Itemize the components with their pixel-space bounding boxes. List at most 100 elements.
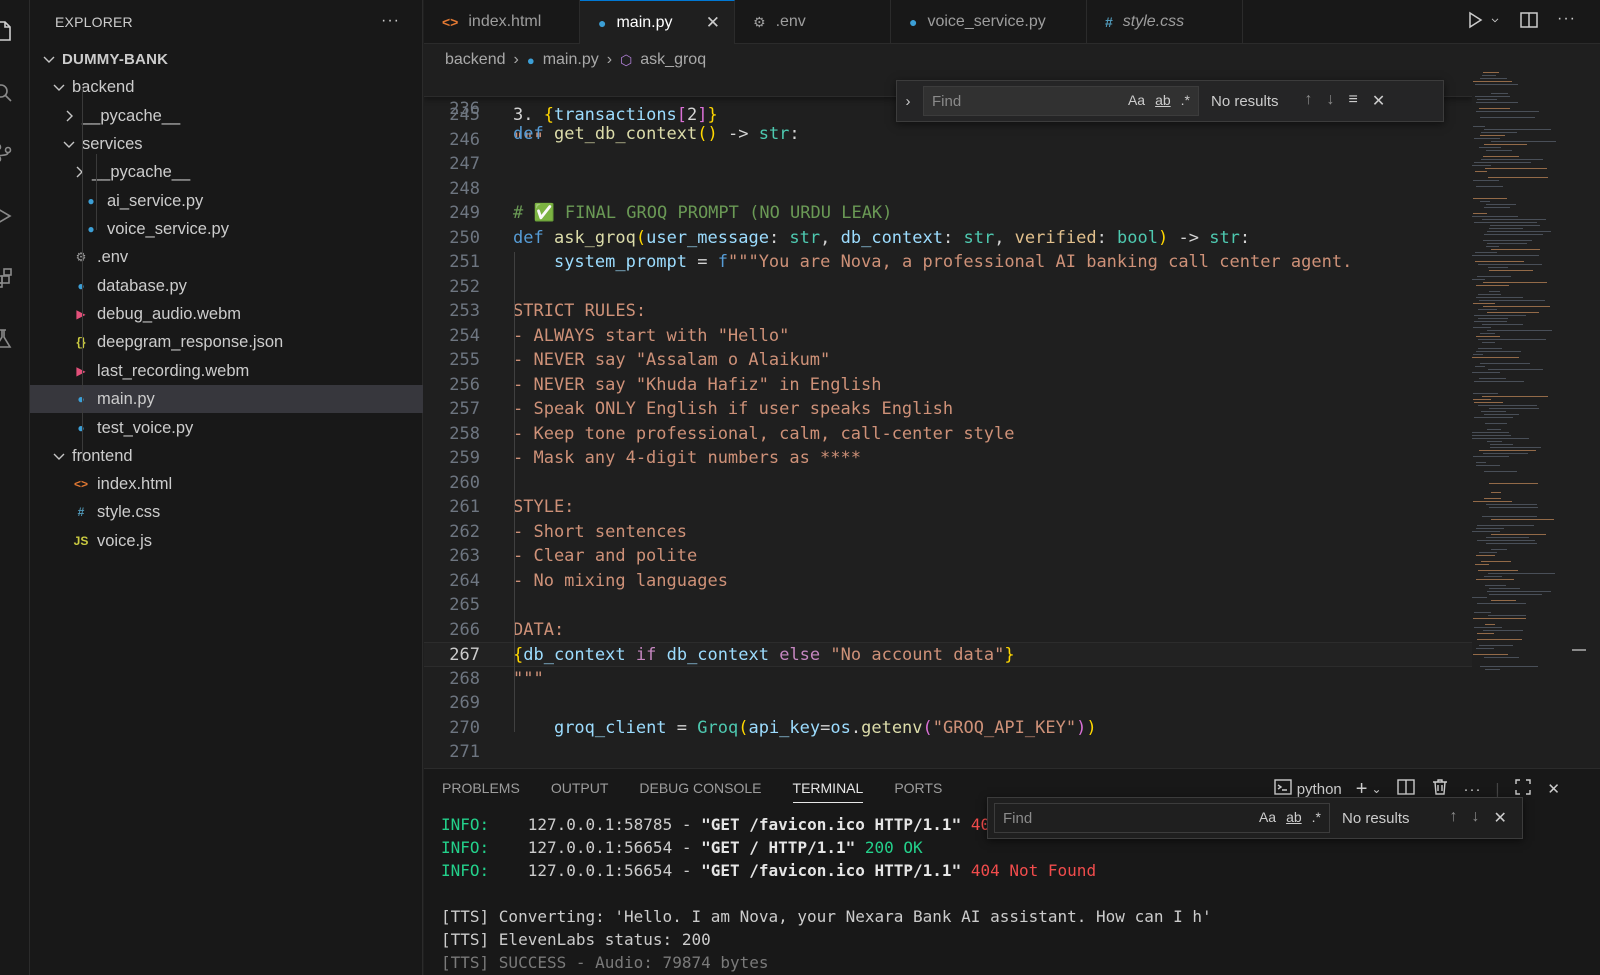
tree-item-test-voice-py[interactable]: ● test_voice.py bbox=[30, 414, 423, 442]
code-line[interactable]: 264 - No mixing languages bbox=[424, 569, 1472, 594]
arrow-up-icon[interactable]: ↑ bbox=[1450, 808, 1458, 828]
tree-item-index-html[interactable]: <> index.html bbox=[30, 470, 423, 498]
code-line[interactable]: 268 """ bbox=[424, 667, 1472, 692]
regex-icon[interactable]: .* bbox=[1312, 809, 1321, 825]
chevron-down-icon[interactable] bbox=[62, 137, 76, 151]
arrow-up-icon[interactable]: ↑ bbox=[1305, 91, 1313, 111]
match-case-icon[interactable]: Aa bbox=[1128, 92, 1145, 108]
code-line[interactable]: 267 {db_context if db_context else "No ac… bbox=[424, 642, 1472, 667]
chevron-down-icon[interactable] bbox=[1489, 10, 1501, 35]
code-line[interactable]: 261 STYLE: bbox=[424, 495, 1472, 520]
code-line[interactable]: 263 - Clear and polite bbox=[424, 544, 1472, 569]
split-editor-icon[interactable] bbox=[1519, 10, 1539, 35]
chevron-down-icon[interactable] bbox=[52, 449, 66, 463]
tree-item-services[interactable]: services bbox=[30, 130, 423, 158]
code-line[interactable]: 265 bbox=[424, 593, 1472, 618]
arrow-down-icon[interactable]: ↓ bbox=[1327, 91, 1335, 111]
code-line[interactable]: 248 bbox=[424, 177, 1472, 202]
arrow-down-icon[interactable]: ↓ bbox=[1472, 808, 1480, 828]
more-actions-icon[interactable]: ··· bbox=[381, 12, 400, 30]
code-line[interactable]: 271 bbox=[424, 740, 1472, 765]
code-line[interactable]: 247 bbox=[424, 152, 1472, 177]
breadcrumb-file[interactable]: main.py bbox=[543, 51, 599, 69]
tab-terminal[interactable]: TERMINAL bbox=[792, 769, 863, 807]
files-icon[interactable] bbox=[0, 20, 14, 42]
run-debug-icon[interactable] bbox=[0, 205, 14, 227]
regex-icon[interactable]: .* bbox=[1181, 92, 1190, 108]
whole-word-icon[interactable]: ab bbox=[1286, 809, 1302, 825]
close-icon[interactable]: ✕ bbox=[1494, 808, 1507, 828]
source-control-icon[interactable] bbox=[0, 142, 14, 164]
breadcrumb-symbol[interactable]: ask_groq bbox=[640, 51, 706, 69]
close-icon[interactable]: ✕ bbox=[1372, 91, 1385, 111]
tab-output[interactable]: OUTPUT bbox=[551, 769, 609, 807]
tree-item-style-css[interactable]: # style.css bbox=[30, 498, 423, 526]
code-line[interactable]: 253 STRICT RULES: bbox=[424, 299, 1472, 324]
scrollbar-thumb[interactable] bbox=[1572, 649, 1586, 651]
tree-item-pycache[interactable]: __pycache__ bbox=[30, 102, 423, 130]
close-icon[interactable]: ✕ bbox=[706, 13, 720, 33]
code-line[interactable]: 256 - NEVER say "Khuda Hafiz" in English bbox=[424, 373, 1472, 398]
code-line[interactable]: 258 - Keep tone professional, calm, call-… bbox=[424, 422, 1472, 447]
minimap[interactable] bbox=[1472, 72, 1572, 692]
tree-item-database-py[interactable]: ● database.py bbox=[30, 272, 423, 300]
more-actions-icon[interactable]: ··· bbox=[1464, 781, 1482, 798]
tree-item-dummy-bank[interactable]: DUMMY-BANK bbox=[30, 45, 423, 73]
code-line[interactable]: 249 # ✅ FINAL GROQ PROMPT (NO URDU LEAK) bbox=[424, 201, 1472, 226]
match-case-icon[interactable]: Aa bbox=[1259, 809, 1276, 825]
tab-index-html[interactable]: <> index.html bbox=[424, 0, 580, 44]
testing-icon[interactable] bbox=[0, 328, 14, 350]
whole-word-icon[interactable]: ab bbox=[1155, 92, 1171, 108]
run-icon[interactable] bbox=[1465, 10, 1485, 35]
close-icon[interactable]: ✕ bbox=[1547, 780, 1560, 798]
code-line[interactable]: 262 - Short sentences bbox=[424, 520, 1472, 545]
chevron-right-icon[interactable]: › bbox=[897, 93, 919, 110]
tab-debug-console[interactable]: DEBUG CONSOLE bbox=[639, 769, 761, 807]
chevron-right-icon[interactable] bbox=[72, 165, 86, 179]
code-line[interactable]: 259 - Mask any 4-digit numbers as **** bbox=[424, 446, 1472, 471]
code-line[interactable]: 255 - NEVER say "Assalam o Alaikum" bbox=[424, 348, 1472, 373]
tree-item-frontend[interactable]: frontend bbox=[30, 442, 423, 470]
tab-problems[interactable]: PROBLEMS bbox=[442, 769, 520, 807]
tab-main-py[interactable]: ● main.py ✕ bbox=[580, 0, 735, 44]
code-line[interactable]: 269 bbox=[424, 691, 1472, 716]
terminal-line: INFO: 127.0.0.1:56654 - "GET / HTTP/1.1"… bbox=[441, 836, 1212, 859]
code-line[interactable]: 260 bbox=[424, 471, 1472, 496]
chevron-down-icon[interactable] bbox=[42, 52, 56, 66]
tree-item-deepgram-response-json[interactable]: {} deepgram_response.json bbox=[30, 328, 423, 356]
find-input[interactable]: Find Aa ab .* bbox=[923, 86, 1199, 116]
search-icon[interactable] bbox=[0, 82, 14, 104]
minimap-line bbox=[1473, 501, 1512, 502]
chevron-down-icon[interactable]: ⌄ bbox=[1371, 782, 1381, 796]
tab-style-css[interactable]: # style.css bbox=[1087, 0, 1243, 44]
terminal-find-input[interactable]: Find Aa ab .* bbox=[994, 803, 1330, 833]
code-line[interactable]: 257 - Speak ONLY English if user speaks E… bbox=[424, 397, 1472, 422]
tree-item-pycache[interactable]: __pycache__ bbox=[30, 158, 423, 186]
find-in-selection-icon[interactable]: ≡ bbox=[1349, 91, 1358, 111]
breadcrumb-folder[interactable]: backend bbox=[445, 51, 506, 69]
tree-item-debug-audio-webm[interactable]: ▶ debug_audio.webm bbox=[30, 300, 423, 328]
code-line[interactable]: 251 system_prompt = f"""You are Nova, a … bbox=[424, 250, 1472, 275]
code-line[interactable]: 270 groq_client = Groq(api_key=os.getenv… bbox=[424, 716, 1472, 741]
tree-item-main-py[interactable]: ● main.py bbox=[30, 385, 423, 413]
code-line[interactable]: 250 def ask_groq(user_message: str, db_co… bbox=[424, 226, 1472, 251]
tree-item-backend[interactable]: backend bbox=[30, 73, 423, 101]
tab-voice-service-py[interactable]: ● voice_service.py bbox=[891, 0, 1087, 44]
terminal-name[interactable]: python bbox=[1297, 781, 1342, 798]
code-line[interactable]: 252 bbox=[424, 275, 1472, 300]
more-actions-icon[interactable]: ··· bbox=[1557, 10, 1576, 35]
code-line[interactable]: 254 - ALWAYS start with "Hello" bbox=[424, 324, 1472, 349]
tree-item-voice-service-py[interactable]: ● voice_service.py bbox=[30, 215, 423, 243]
tab-ports[interactable]: PORTS bbox=[894, 769, 942, 807]
tree-item-voice-js[interactable]: JS voice.js bbox=[30, 527, 423, 555]
tree-item-ai-service-py[interactable]: ● ai_service.py bbox=[30, 187, 423, 215]
code-line[interactable]: 266 DATA: bbox=[424, 618, 1472, 643]
editor-scrollbar[interactable] bbox=[1572, 44, 1586, 767]
tab-env[interactable]: ⚙ .env bbox=[735, 0, 891, 44]
chevron-right-icon[interactable] bbox=[62, 109, 76, 123]
chevron-down-icon[interactable] bbox=[52, 80, 66, 94]
tree-item-last-recording-webm[interactable]: ▶ last_recording.webm bbox=[30, 357, 423, 385]
extensions-icon[interactable] bbox=[0, 267, 14, 289]
code-editor[interactable]: 236 def get_db_context() -> str: 2453. {… bbox=[424, 72, 1472, 767]
tree-item-env[interactable]: ⚙ .env bbox=[30, 243, 423, 271]
